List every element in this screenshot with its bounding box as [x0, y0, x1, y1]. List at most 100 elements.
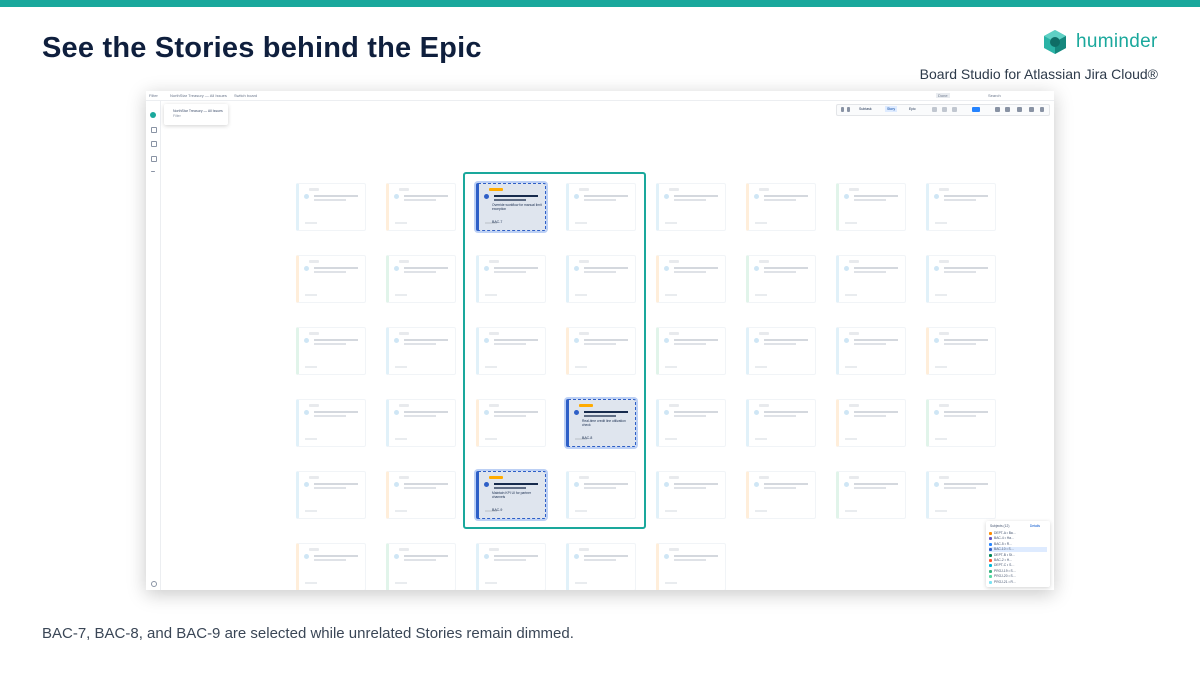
story-card[interactable] [746, 183, 816, 231]
epic-highlight-frame [463, 172, 646, 529]
slide-title: See the Stories behind the Epic [42, 32, 482, 64]
grid-icon[interactable] [942, 107, 947, 112]
story-card[interactable] [386, 471, 456, 519]
story-card[interactable] [656, 399, 726, 447]
more-icon[interactable] [151, 171, 155, 172]
legend-row[interactable]: BAC-5 • R… [989, 542, 1047, 547]
story-card[interactable] [836, 183, 906, 231]
subtask-toggle[interactable]: Subtask [859, 107, 872, 111]
card-l2 [944, 271, 976, 273]
story-card[interactable] [836, 255, 906, 303]
story-card[interactable] [386, 183, 456, 231]
story-card[interactable] [296, 255, 366, 303]
legend-swatch [989, 580, 992, 584]
legend-row[interactable]: BAC-4 • Ha… [989, 536, 1047, 541]
story-card[interactable] [926, 327, 996, 375]
story-card[interactable] [746, 471, 816, 519]
done-button[interactable]: Done [936, 93, 950, 98]
story-card[interactable] [386, 399, 456, 447]
legend-row[interactable]: PROJ-19 • S… [989, 569, 1047, 574]
back-icon[interactable] [841, 107, 844, 112]
card-ft [665, 222, 677, 224]
fit-icon[interactable] [1017, 107, 1022, 112]
story-card[interactable] [746, 327, 816, 375]
menu-board-name[interactable]: NorthStar Treasury — All Issues [170, 93, 227, 98]
card-ft [305, 582, 317, 584]
story-card[interactable] [926, 399, 996, 447]
settings-icon[interactable] [1029, 107, 1034, 112]
card-ft [665, 366, 677, 368]
slide-subtitle: Board Studio for Atlassian Jira Cloud® [919, 66, 1158, 82]
eye-icon[interactable] [972, 107, 980, 112]
menu-filter[interactable]: Filter [149, 93, 158, 98]
story-card[interactable] [566, 543, 636, 590]
card-l1 [314, 195, 358, 197]
card-l1 [854, 267, 898, 269]
card-l2 [404, 343, 436, 345]
zoom-in-icon[interactable] [995, 107, 1000, 112]
app-home-icon[interactable] [150, 112, 156, 118]
card-tag [849, 404, 859, 407]
globe-icon[interactable] [151, 127, 157, 133]
story-card[interactable] [656, 183, 726, 231]
story-card[interactable] [386, 255, 456, 303]
card-av [394, 338, 399, 343]
help-icon[interactable] [151, 581, 157, 587]
epic-toggle[interactable]: Epic [909, 107, 916, 111]
legend-details-link[interactable]: Details [1030, 524, 1040, 528]
menu-switch-board[interactable]: Switch board [234, 93, 257, 98]
card-av [664, 554, 669, 559]
story-card[interactable] [656, 543, 726, 590]
brand-name: huminder [1076, 31, 1158, 52]
card-ft [485, 582, 497, 584]
story-card[interactable] [296, 399, 366, 447]
legend-swatch [989, 532, 992, 535]
story-card[interactable] [386, 327, 456, 375]
search-field[interactable]: Search [988, 93, 1001, 98]
story-card[interactable] [926, 255, 996, 303]
board-icon[interactable] [151, 156, 157, 162]
card-av [844, 266, 849, 271]
filter-popup[interactable]: NorthStar Treasury — All Issues Filter [164, 104, 228, 125]
card-l1 [854, 195, 898, 197]
legend-row[interactable]: PROJ-21 • R… [989, 580, 1047, 585]
subjects-legend[interactable]: Subjects (12) Details DEPT-A • Ba… BAC-4 … [986, 521, 1050, 587]
card-l1 [674, 555, 718, 557]
story-toggle[interactable]: Story [885, 106, 898, 112]
app-top-nav: Filter NorthStar Treasury — All Issues S… [146, 91, 1054, 101]
story-card[interactable] [476, 543, 546, 590]
calendar-icon[interactable] [952, 107, 957, 112]
legend-row-label: DEPT-C • S… [994, 563, 1015, 568]
layout-icon[interactable] [932, 107, 937, 112]
story-card[interactable] [836, 327, 906, 375]
pin-icon[interactable] [151, 141, 157, 147]
story-card[interactable] [656, 471, 726, 519]
legend-row[interactable]: PROJ-20 • S… [989, 574, 1047, 579]
legend-row[interactable]: BAC-2 • H… [989, 558, 1047, 563]
forward-icon[interactable] [847, 107, 850, 112]
story-card[interactable] [926, 183, 996, 231]
card-av [934, 338, 939, 343]
card-av [304, 410, 309, 415]
story-card[interactable] [296, 183, 366, 231]
story-card[interactable] [926, 471, 996, 519]
card-ft [665, 294, 677, 296]
story-card[interactable] [296, 471, 366, 519]
story-card[interactable] [296, 543, 366, 590]
story-card[interactable] [746, 399, 816, 447]
card-tag [399, 260, 409, 263]
panel-icon[interactable] [1040, 107, 1044, 112]
legend-row[interactable]: BAC-10 • S… [989, 547, 1047, 553]
story-card[interactable] [836, 399, 906, 447]
story-card[interactable] [836, 471, 906, 519]
story-card[interactable] [746, 255, 816, 303]
legend-row[interactable]: DEPT-B • St… [989, 553, 1047, 558]
legend-row[interactable]: DEPT-A • Ba… [989, 531, 1047, 536]
story-card[interactable] [386, 543, 456, 590]
zoom-out-icon[interactable] [1005, 107, 1010, 112]
story-card[interactable] [656, 255, 726, 303]
story-card[interactable] [656, 327, 726, 375]
story-card[interactable] [296, 327, 366, 375]
card-tag [849, 260, 859, 263]
legend-row[interactable]: DEPT-C • S… [989, 563, 1047, 568]
